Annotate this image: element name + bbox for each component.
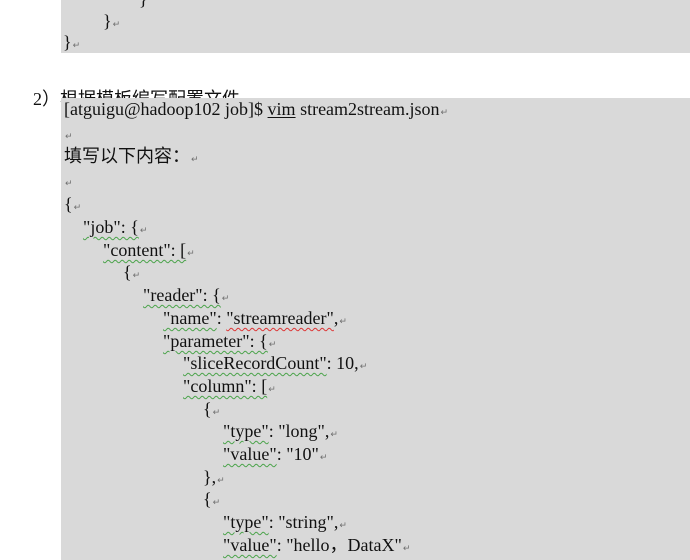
json-line: {↵	[203, 489, 221, 509]
command-line: [atguigu@hadoop102 job]$ vim stream2stre…	[64, 99, 449, 119]
json-line: "value": "hello，DataX"↵	[223, 535, 411, 555]
blank-line: ↵	[65, 179, 73, 189]
code-block-previous: } }↵ }↵	[61, 0, 690, 53]
code-line: }↵	[103, 11, 121, 31]
json-line: "value": "10"↵	[223, 444, 328, 464]
code-line: }↵	[63, 32, 81, 52]
json-line: {↵	[64, 194, 82, 214]
json-line: {↵	[203, 399, 221, 419]
code-block-config: [atguigu@hadoop102 job]$ vim stream2stre…	[61, 98, 690, 560]
json-line: {↵	[123, 262, 141, 282]
code-line: }	[139, 0, 148, 10]
json-line: "content": [↵	[103, 240, 195, 260]
fill-instruction: 填写以下内容：↵	[64, 146, 199, 166]
json-line: "column": [↵	[183, 376, 276, 396]
